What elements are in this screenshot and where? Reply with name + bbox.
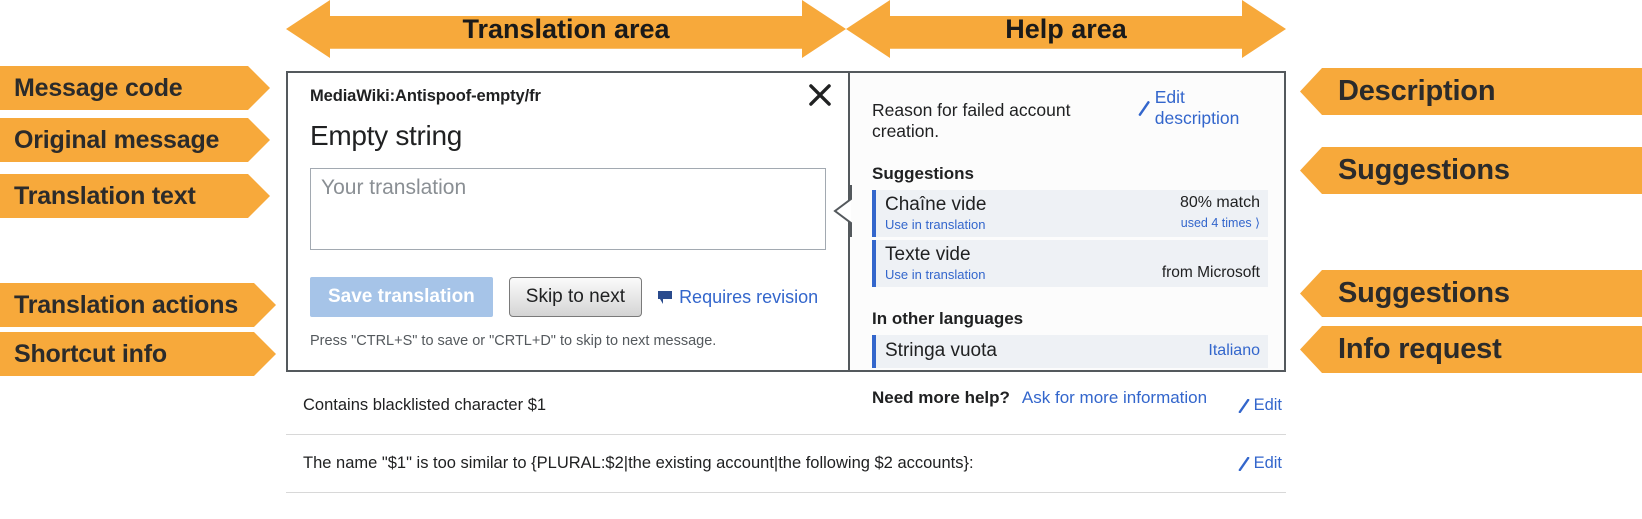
callout-suggestions-2: Suggestions (1300, 270, 1642, 317)
translation-input[interactable] (310, 168, 826, 250)
edit-description-link[interactable]: Edit description (1138, 87, 1268, 129)
callout-label: Shortcut info (14, 339, 167, 368)
requires-revision-label: Requires revision (679, 286, 819, 307)
shortcut-info: Press "CTRL+S" to save or "CRTL+D" to sk… (310, 333, 717, 349)
callout-label: Message code (14, 73, 183, 102)
other-language-item[interactable]: Stringa vuota Italiano (872, 334, 1268, 368)
callout-translation-actions: Translation actions (0, 283, 276, 327)
callout-label: Info request (1338, 333, 1502, 365)
suggestion-meta[interactable]: used 4 times ⟩ (1180, 215, 1260, 230)
translation-pane: MediaWiki:Antispoof-empty/fr Empty strin… (288, 73, 850, 370)
callout-translation-text: Translation text (0, 174, 270, 218)
pencil-icon (1238, 398, 1249, 413)
suggestion-item[interactable]: Chaîne vide Use in translation 80% match… (872, 189, 1268, 237)
callout-message-code: Message code (0, 66, 270, 110)
suggestion-use-link[interactable]: Use in translation (885, 267, 985, 282)
callout-label: Translation actions (14, 290, 239, 319)
message-text: Contains blacklisted character $1 (303, 396, 547, 414)
other-languages-heading: In other languages (872, 308, 1024, 328)
requires-revision-link[interactable]: Requires revision (658, 287, 818, 308)
translation-actions: Save translation Skip to next Requires r… (310, 277, 828, 317)
pencil-icon (1139, 100, 1151, 116)
banner-label: Help area (1005, 13, 1127, 44)
suggestion-meta: from Microsoft (1161, 263, 1260, 281)
edit-label: Edit (1253, 454, 1282, 472)
banner-label: Translation area (462, 13, 670, 44)
edit-link[interactable]: Edit (1238, 396, 1282, 415)
suggestion-match: 80% match (1179, 193, 1260, 211)
collapse-chevron-icon[interactable] (832, 185, 852, 237)
suggestion-text: Chaîne vide (885, 193, 987, 215)
callout-shortcut-info: Shortcut info (0, 332, 276, 376)
pencil-icon (1238, 456, 1249, 471)
callout-label: Description (1338, 75, 1496, 107)
message-text: The name "$1" is too similar to {PLURAL:… (303, 454, 974, 472)
banner-translation-area: Translation area (286, 0, 846, 58)
other-language-name: Italiano (1208, 341, 1260, 359)
suggestion-item[interactable]: Texte vide Use in translation from Micro… (872, 239, 1268, 287)
edit-description-label: Edit description (1154, 87, 1240, 128)
table-row[interactable]: Contains blacklisted character $1 Edit (286, 377, 1286, 435)
callout-label: Suggestions (1338, 154, 1510, 186)
edit-label: Edit (1253, 396, 1282, 414)
edit-link[interactable]: Edit (1238, 454, 1282, 473)
flag-icon (658, 290, 673, 304)
callout-original-message: Original message (0, 118, 270, 162)
callout-description: Description (1300, 68, 1642, 115)
callout-label: Translation text (14, 181, 196, 210)
suggestion-text: Texte vide (885, 243, 971, 265)
description-row: Reason for failed account creation. Edit… (872, 87, 1268, 142)
description-text: Reason for failed account creation. (872, 99, 1071, 141)
skip-to-next-button[interactable]: Skip to next (508, 277, 643, 317)
callout-label: Original message (14, 125, 220, 154)
banner-help-area: Help area (846, 0, 1286, 58)
close-icon[interactable] (807, 82, 833, 108)
screenshot-root: Translation area Help area Message code … (0, 0, 1642, 519)
message-code: MediaWiki:Antispoof-empty/fr (310, 87, 541, 105)
suggestions-heading: Suggestions (872, 163, 975, 183)
callout-info-request: Info request (1300, 326, 1642, 373)
callout-label: Suggestions (1338, 277, 1510, 309)
table-row[interactable]: The name "$1" is too similar to {PLURAL:… (286, 435, 1286, 493)
translation-editor-card: MediaWiki:Antispoof-empty/fr Empty strin… (286, 71, 1286, 407)
original-message: Empty string (310, 120, 462, 151)
other-language-text: Stringa vuota (885, 339, 997, 361)
suggestion-use-link[interactable]: Use in translation (885, 217, 986, 232)
help-pane: Reason for failed account creation. Edit… (850, 73, 1284, 407)
save-translation-button[interactable]: Save translation (310, 277, 493, 317)
callout-suggestions-1: Suggestions (1300, 147, 1642, 194)
